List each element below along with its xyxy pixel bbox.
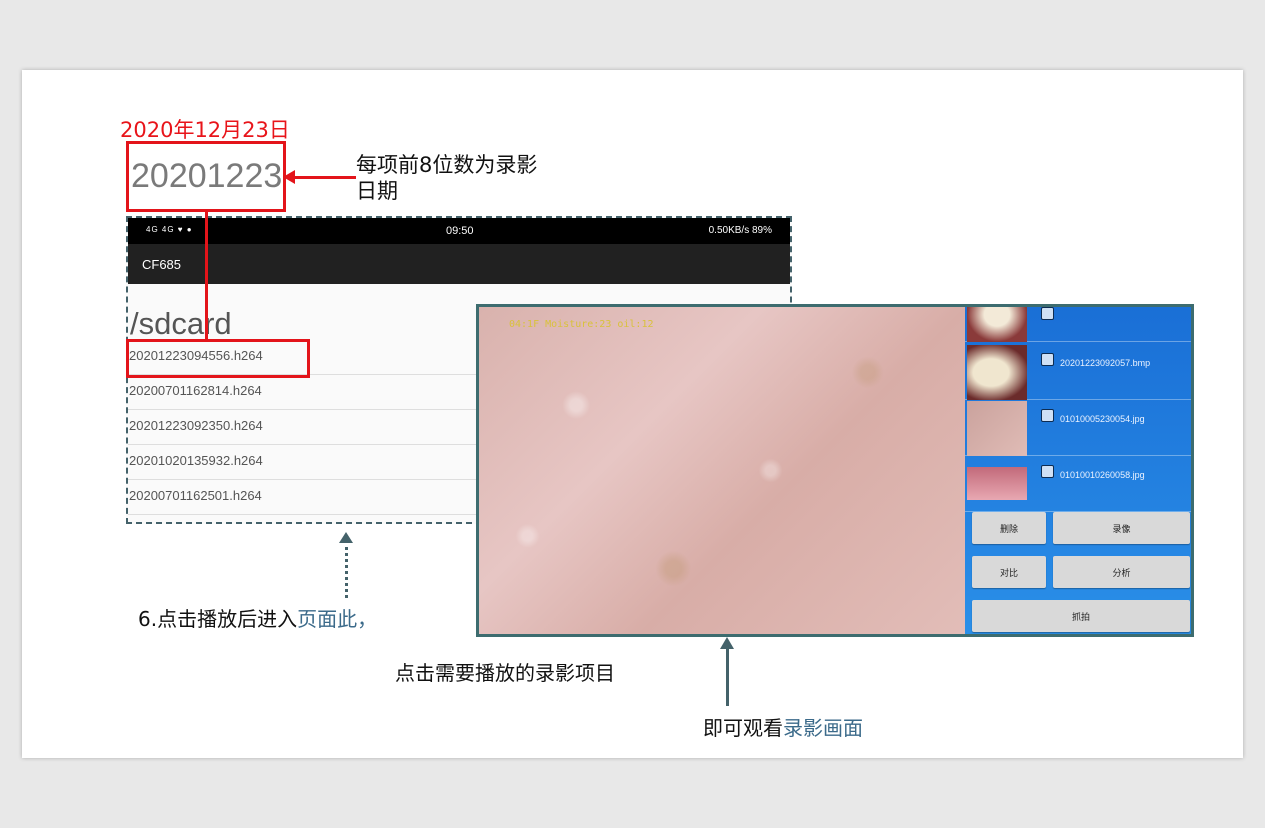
gallery-filename: 01010005230054.jpg <box>1060 414 1145 424</box>
gallery-filename: 01010010260058.jpg <box>1060 470 1145 480</box>
capture-button[interactable]: 抓拍 <box>972 600 1190 632</box>
caption-text: 即可观看 <box>703 716 783 740</box>
date-note: 每项前8位数为录影日期 <box>356 153 538 203</box>
gallery-row[interactable]: 01010005230054.jpg <box>965 401 1191 456</box>
video-preview[interactable]: 04:1F Moisture:23 oil:12 <box>479 307 965 634</box>
caption-enter-page: 6.点击播放后进入页面此， <box>138 603 377 632</box>
date-label: 2020年12月23日 <box>120 118 290 142</box>
record-button[interactable]: 录像 <box>1053 512 1190 544</box>
status-network: 0.50KB/s 89% <box>708 225 772 236</box>
thumbnail-image <box>967 467 1027 500</box>
camera-screenshot: 04:1F Moisture:23 oil:12 20201223092057.… <box>476 304 1194 637</box>
connector-line <box>205 210 208 341</box>
gallery-row[interactable]: 20201223092057.bmp <box>965 345 1191 400</box>
thumbnail-image <box>967 345 1027 400</box>
arrow-line <box>726 646 729 706</box>
overlay-readout: 04:1F Moisture:23 oil:12 <box>509 319 654 330</box>
app-bar: CF685 <box>128 244 790 284</box>
caption-text: 6.点击播放后进入 <box>138 607 298 631</box>
caption-highlight: 页面此， <box>297 607 378 631</box>
file-highlight-box <box>126 339 310 378</box>
arrow-left-icon <box>283 170 295 184</box>
status-time: 09:50 <box>446 225 474 237</box>
checkbox[interactable] <box>1041 409 1054 422</box>
caption-view-video: 即可观看录影画面 <box>703 712 863 741</box>
status-bar: 4G 4G ♥ ● 09:50 0.50KB/s 89% <box>128 218 790 244</box>
delete-button[interactable]: 删除 <box>972 512 1046 544</box>
checkbox[interactable] <box>1041 465 1054 478</box>
gallery-filename: 20201223092057.bmp <box>1060 358 1151 368</box>
arrow-left-line <box>292 176 356 179</box>
thumbnail-image <box>967 401 1027 456</box>
caption-highlight: 录影画面 <box>783 716 863 740</box>
compare-button[interactable]: 对比 <box>972 556 1046 588</box>
dotted-arrow-line <box>345 540 348 598</box>
app-title: CF685 <box>142 257 182 272</box>
checkbox[interactable] <box>1041 353 1054 366</box>
checkbox[interactable] <box>1041 307 1054 320</box>
gallery-panel: 20201223092057.bmp 01010005230054.jpg 01… <box>965 307 1191 634</box>
gallery-row[interactable]: 01010010260058.jpg <box>965 457 1191 512</box>
thumbnail-image <box>967 307 1027 342</box>
status-icons: 4G 4G ♥ ● <box>146 225 193 234</box>
analyze-button[interactable]: 分析 <box>1053 556 1190 588</box>
gallery-row[interactable] <box>965 307 1191 342</box>
current-path: /sdcard <box>130 306 232 341</box>
caption-click-item: 点击需要播放的录影项目 <box>395 661 615 685</box>
big-date: 20201223 <box>131 157 283 195</box>
